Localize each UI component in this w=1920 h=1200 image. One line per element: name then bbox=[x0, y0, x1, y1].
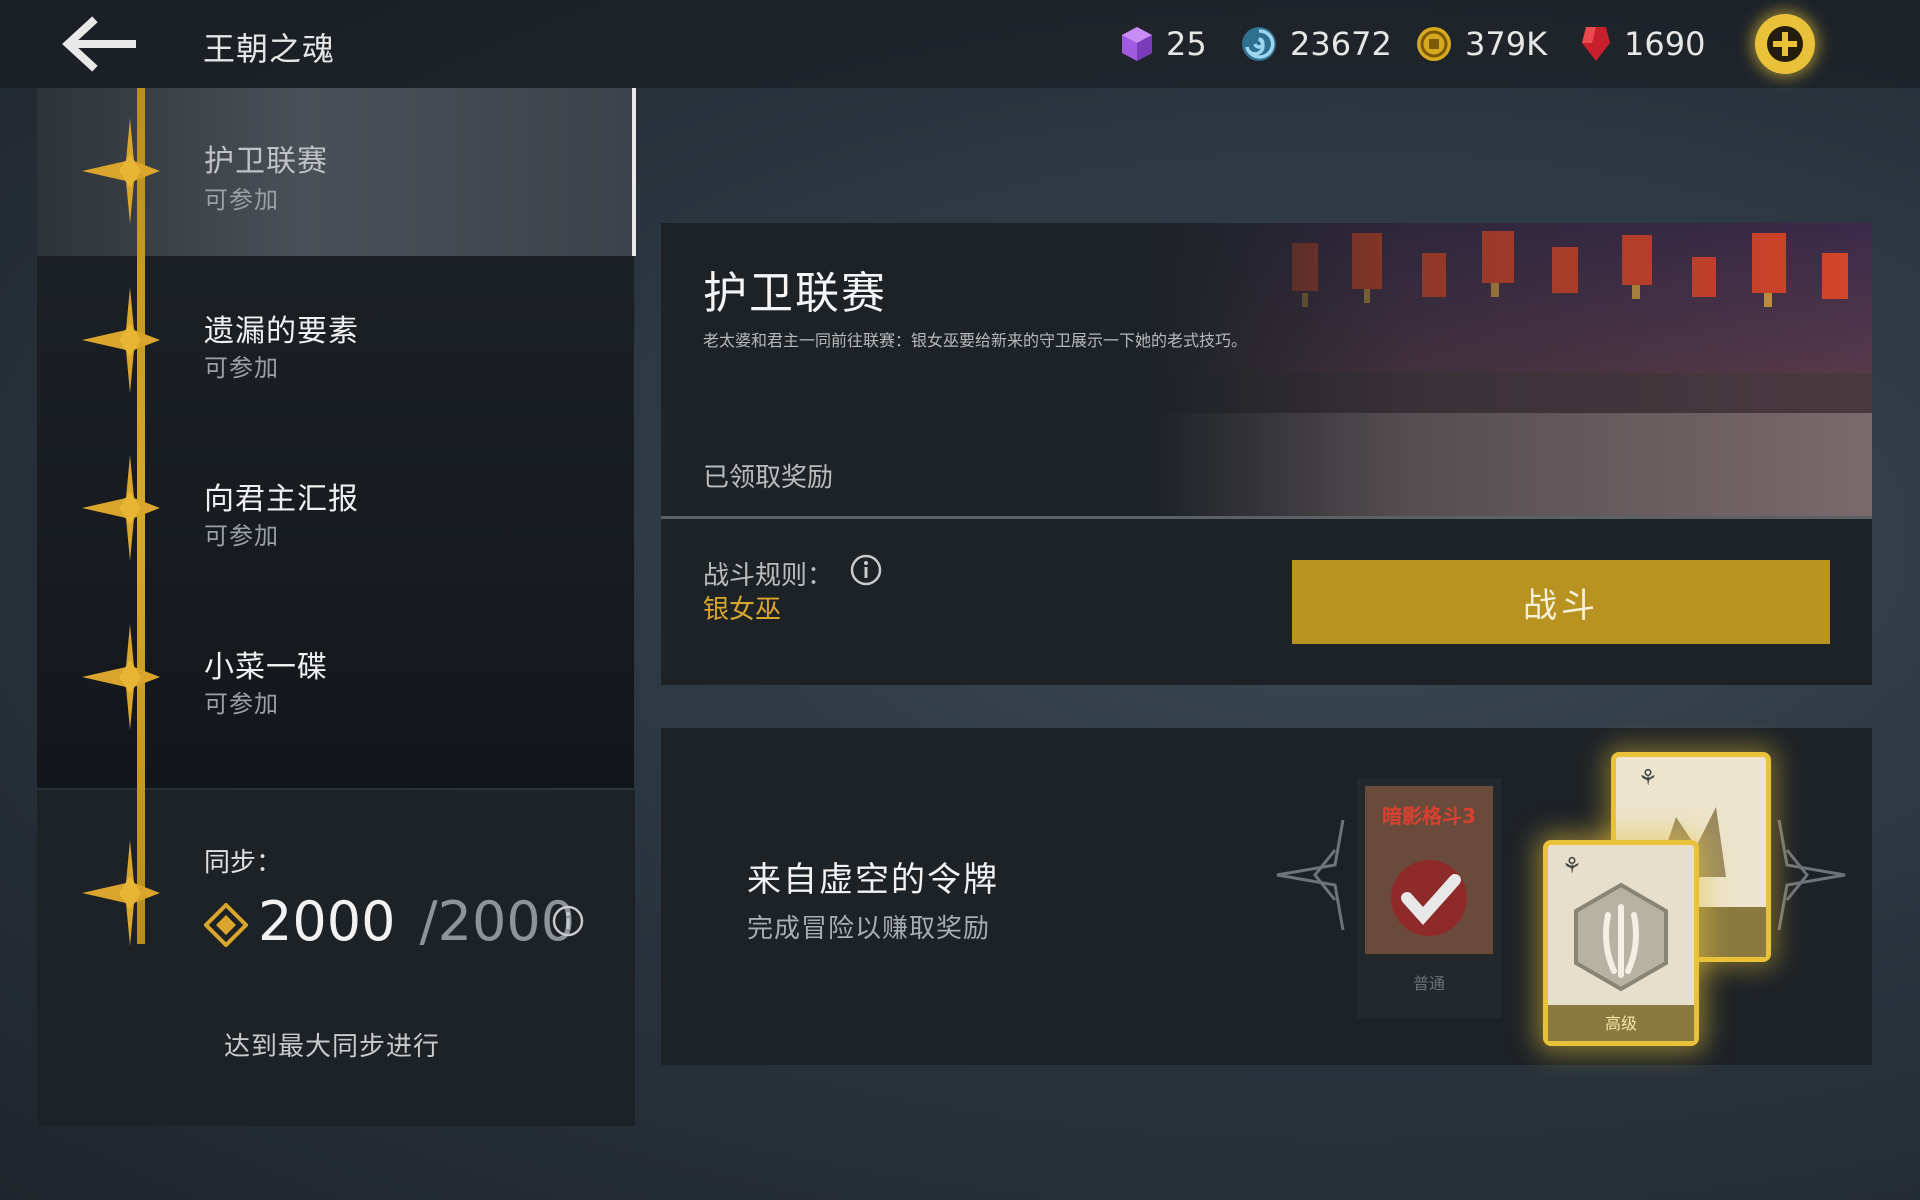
timeline-star-icon bbox=[82, 118, 160, 224]
back-arrow-icon bbox=[62, 16, 136, 72]
ornament-right-icon bbox=[1777, 820, 1846, 930]
card-logo-text: 暗影格斗3 bbox=[1382, 804, 1476, 828]
swirl-energy-icon bbox=[1242, 27, 1276, 61]
svg-text:⚘: ⚘ bbox=[1638, 766, 1658, 791]
rules-value: 银女巫 bbox=[703, 595, 782, 625]
timeline-star-icon bbox=[82, 455, 160, 561]
reward-card-advanced[interactable]: ⚘ 高级 bbox=[1543, 840, 1699, 1046]
reward-title: 来自虚空的令牌 bbox=[747, 860, 999, 900]
svg-text:⚘: ⚘ bbox=[1562, 854, 1582, 879]
quest-item-title: 遗漏的要素 bbox=[204, 314, 359, 349]
back-button[interactable] bbox=[60, 14, 140, 74]
currency-energy-value: 23672 bbox=[1290, 25, 1392, 63]
sync-note: 达到最大同步进行 bbox=[224, 1032, 441, 1062]
timeline-star-icon bbox=[82, 287, 160, 393]
purple-gem-icon bbox=[1122, 27, 1152, 61]
currency-gems: 25 bbox=[1120, 22, 1207, 66]
sync-value: 2000 bbox=[258, 890, 396, 953]
quest-item-status: 可参加 bbox=[204, 690, 279, 718]
ornament-left-icon bbox=[1276, 820, 1345, 930]
currency-coins: 379K bbox=[1415, 22, 1547, 66]
add-currency-button[interactable] bbox=[1755, 14, 1815, 74]
plus-icon bbox=[1767, 26, 1803, 62]
sync-info-icon[interactable] bbox=[551, 904, 585, 938]
card-common-label: 普通 bbox=[1412, 974, 1445, 993]
currency-energy: 23672 bbox=[1240, 22, 1392, 66]
quest-item-title: 向君主汇报 bbox=[204, 482, 359, 517]
currency-gems-value: 25 bbox=[1166, 25, 1207, 63]
fight-button[interactable]: 战斗 bbox=[1292, 560, 1830, 644]
reward-card-common[interactable]: 暗影格斗3 普通 bbox=[1357, 778, 1501, 1018]
sync-counter: 2000 /2000 bbox=[204, 890, 575, 960]
sync-label: 同步： bbox=[204, 848, 283, 878]
arena-banner-image bbox=[1152, 223, 1872, 516]
card-advanced-label: 高级 bbox=[1604, 1014, 1637, 1033]
quest-item-title: 小菜一碟 bbox=[204, 650, 328, 685]
sync-diamond-icon bbox=[204, 903, 248, 947]
rules-label: 战斗规则： bbox=[703, 561, 834, 591]
quest-item-status: 可参加 bbox=[204, 186, 279, 214]
battle-rules-card: 战斗规则： 银女巫 战斗 bbox=[661, 519, 1872, 685]
timeline-star-icon bbox=[82, 840, 160, 946]
reward-card: 来自虚空的令牌 完成冒险以赚取奖励 暗影格斗3 普通 ⚘ ⚘ 高级 bbox=[661, 728, 1872, 1065]
reward-subtitle: 完成冒险以赚取奖励 bbox=[747, 914, 991, 944]
event-description: 老太婆和君主一同前往联赛：银女巫要给新来的守卫展示一下她的老式技巧。 bbox=[703, 331, 1248, 350]
rules-info-icon[interactable] bbox=[849, 553, 883, 587]
currency-rubies-value: 1690 bbox=[1624, 25, 1706, 63]
currency-rubies: 1690 bbox=[1580, 22, 1705, 66]
gold-coin-icon bbox=[1417, 27, 1451, 61]
currency-coins-value: 379K bbox=[1465, 25, 1548, 63]
page-title: 王朝之魂 bbox=[203, 30, 336, 68]
event-card: 护卫联赛 老太婆和君主一同前往联赛：银女巫要给新来的守卫展示一下她的老式技巧。 … bbox=[661, 223, 1872, 516]
event-reward-status: 已领取奖励 bbox=[703, 463, 834, 493]
quest-item-status: 可参加 bbox=[204, 354, 279, 382]
timeline-star-icon bbox=[82, 624, 160, 730]
red-ruby-icon bbox=[1582, 27, 1610, 61]
quest-item-status: 可参加 bbox=[204, 522, 279, 550]
quest-item-title: 护卫联赛 bbox=[204, 144, 328, 179]
event-title: 护卫联赛 bbox=[703, 268, 887, 319]
